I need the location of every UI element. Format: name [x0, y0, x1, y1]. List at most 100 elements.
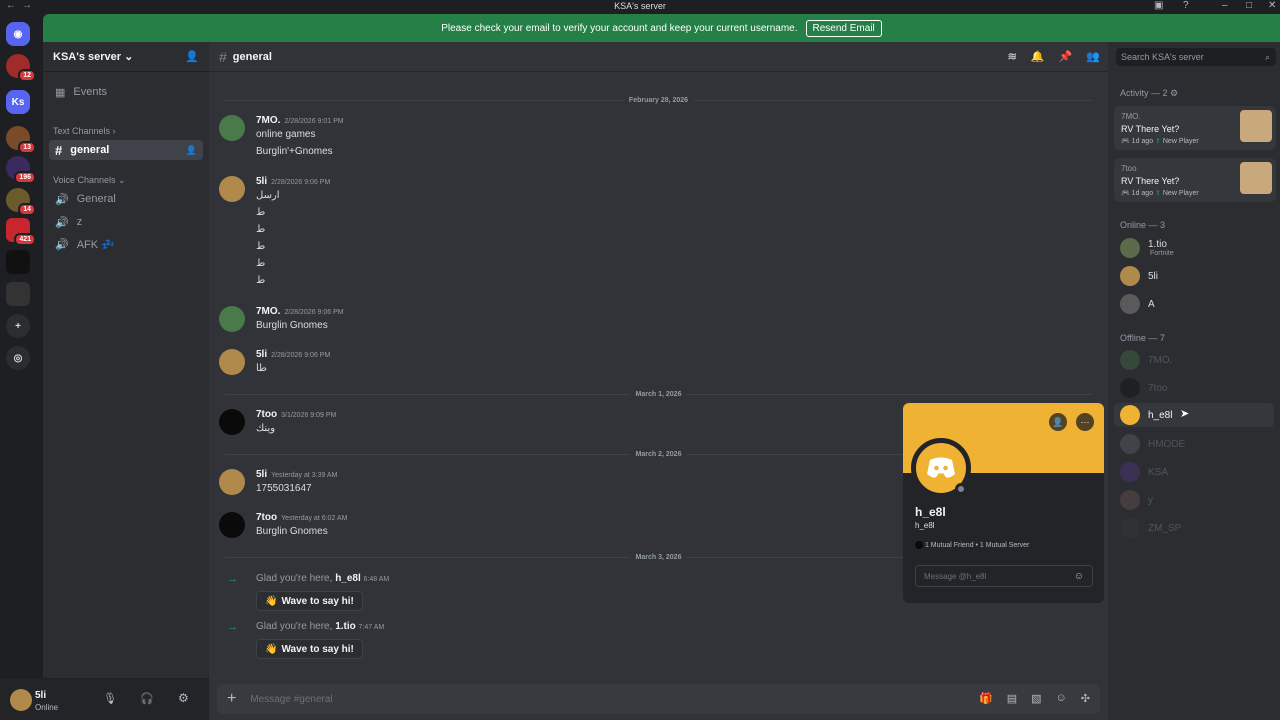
headphones-icon[interactable]: 🎧	[140, 692, 154, 705]
emoji-icon[interactable]: ☺	[1056, 692, 1067, 705]
author-name[interactable]: 7too	[256, 512, 277, 523]
message[interactable]: 7MO. 2/28/2026 9:01 PM online games Burgl…	[219, 115, 1079, 160]
join-arrow-icon: →	[227, 621, 238, 633]
server-icon[interactable]: 13	[6, 126, 36, 154]
member-list-icon[interactable]: 👥	[1086, 50, 1100, 63]
more-options-icon[interactable]: ⋯	[1076, 413, 1094, 431]
gif-icon[interactable]: ▤	[1007, 692, 1017, 705]
bell-icon[interactable]: 🔔	[1031, 50, 1045, 63]
apps-icon[interactable]: ✣	[1081, 692, 1090, 705]
message-text: ط	[256, 258, 266, 269]
help-icon[interactable]: ?	[1183, 0, 1189, 12]
discord-home-icon[interactable]: ◉	[6, 22, 30, 46]
discover-icon[interactable]: ◎	[6, 346, 30, 370]
author-name[interactable]: 7MO.	[256, 115, 280, 126]
maximize-icon[interactable]: □	[1246, 0, 1252, 12]
avatar[interactable]	[219, 306, 245, 332]
voice-channel-z[interactable]: 🔊 z	[49, 212, 203, 232]
events-item[interactable]: ▦ Events	[49, 82, 203, 102]
threads-icon[interactable]: ≋	[1008, 50, 1017, 63]
avatar[interactable]	[219, 349, 245, 375]
server-icon-ksa[interactable]: Ks	[6, 90, 30, 114]
message-text: online games	[256, 129, 316, 140]
composer-input[interactable]: Message #general	[250, 694, 332, 705]
wave-button[interactable]: 👋 Wave to say hi!	[256, 591, 363, 611]
add-friend-icon[interactable]: 👤	[1049, 413, 1067, 431]
close-icon[interactable]: ✕	[1268, 0, 1276, 12]
emoji-icon[interactable]: ☺	[1074, 571, 1084, 582]
member-item[interactable]: 1.tio Fortnite	[1114, 236, 1274, 260]
avatar[interactable]	[10, 689, 32, 711]
server-icon[interactable]	[6, 282, 30, 306]
member-name: ZM_SP	[1148, 522, 1182, 534]
invite-icon[interactable]: 👤	[186, 145, 197, 156]
voice-channel-afk[interactable]: 🔊 AFK 💤	[49, 234, 203, 254]
message-text: ارسل	[256, 190, 280, 201]
text-channels-category[interactable]: Text Channels ›	[53, 126, 116, 136]
author-name[interactable]: 7MO.	[256, 306, 280, 317]
avatar[interactable]	[219, 115, 245, 141]
resend-email-button[interactable]: Resend Email	[805, 19, 882, 37]
server-icon[interactable]: 12	[6, 54, 36, 82]
member-item[interactable]: 7too	[1114, 376, 1274, 400]
invite-people-icon[interactable]: 👤	[185, 50, 199, 63]
member-item[interactable]: HMODE	[1114, 432, 1274, 456]
wave-button[interactable]: 👋 Wave to say hi!	[256, 639, 363, 659]
member-item[interactable]: A	[1114, 292, 1274, 316]
activity-card[interactable]: 7MO. RV There Yet? 🎮 1d ago ⇪ New Player	[1114, 106, 1276, 150]
message[interactable]: 7MO. 2/28/2026 9:06 PM Burglin Gnomes	[219, 306, 1079, 336]
member-item[interactable]: 5li	[1114, 264, 1274, 288]
add-attachment-icon[interactable]: +	[227, 690, 236, 708]
author-name[interactable]: 5li	[256, 349, 267, 360]
voice-channel-general[interactable]: 🔊 General	[49, 189, 203, 209]
server-icon[interactable]: 196	[6, 156, 36, 184]
message-text: ط	[256, 207, 266, 218]
server-icon[interactable]	[6, 250, 30, 274]
server-icon[interactable]: 14	[6, 188, 36, 216]
search-input[interactable]: Search KSA's server ⌕	[1116, 48, 1276, 66]
activity-game: RV There Yet?	[1121, 176, 1180, 186]
message[interactable]: 5li 2/28/2026 9:06 PM طا	[219, 349, 1079, 379]
mutual-info[interactable]: 1 Mutual Friend • 1 Mutual Server	[915, 541, 1029, 549]
microphone-icon[interactable]: 🎙	[103, 692, 117, 705]
message-text: ط	[256, 224, 266, 235]
pin-icon[interactable]: 📌	[1059, 50, 1073, 63]
gift-icon[interactable]: 🎁	[979, 692, 993, 705]
title-bar: ←→ KSA's server ▣ ? – □ ✕	[0, 0, 1280, 12]
member-item-selected[interactable]: h_e8l	[1114, 403, 1274, 427]
joined-user-name[interactable]: h_e8l	[335, 573, 361, 584]
timestamp: 7:47 AM	[358, 624, 385, 631]
channel-title: general	[232, 50, 272, 63]
discord-logo-icon	[927, 457, 955, 478]
author-name[interactable]: 5li	[256, 469, 267, 480]
message-text: Burglin'+Gnomes	[256, 146, 333, 157]
channel-general[interactable]: # general 👤	[49, 140, 203, 160]
server-icon[interactable]: 421	[6, 218, 36, 246]
message-composer[interactable]: + Message #general 🎁 ▤ ▧ ☺ ✣	[217, 684, 1100, 714]
avatar[interactable]	[219, 409, 245, 435]
avatar[interactable]	[219, 512, 245, 538]
sticker-icon[interactable]: ▧	[1031, 692, 1041, 705]
minimize-icon[interactable]: –	[1222, 0, 1228, 12]
voice-channels-category[interactable]: Voice Channels ⌄	[53, 175, 126, 186]
member-name: HMODE	[1148, 438, 1186, 450]
member-item[interactable]: ZM_SP	[1114, 516, 1274, 540]
member-panel: Activity — 2 ⚙ 7MO. RV There Yet? 🎮 1d a…	[1108, 42, 1280, 720]
gear-icon[interactable]: ⚙	[178, 691, 189, 705]
avatar[interactable]	[219, 469, 245, 495]
member-item[interactable]: 7MO.	[1114, 348, 1274, 372]
avatar[interactable]	[219, 176, 245, 202]
add-server-icon[interactable]: +	[6, 314, 30, 338]
offline-title: Offline — 7	[1120, 333, 1165, 343]
member-item[interactable]: y	[1114, 488, 1274, 512]
server-header[interactable]: KSA's server ⌄ 👤	[43, 42, 209, 72]
joined-user-name[interactable]: 1.tio	[335, 621, 356, 632]
avatar	[1120, 518, 1140, 538]
activity-card[interactable]: 7too RV There Yet? 🎮 1d ago ⇪ New Player	[1114, 158, 1276, 202]
author-name[interactable]: 5li	[256, 176, 267, 187]
author-name[interactable]: 7too	[256, 409, 277, 420]
profile-message-input[interactable]: Message @h_e8l ☺	[915, 565, 1093, 587]
inbox-icon[interactable]: ▣	[1154, 0, 1163, 12]
message[interactable]: 5li 2/28/2026 9:06 PM ارسل ط ط ط ط ط	[219, 176, 1079, 291]
member-item[interactable]: KSA	[1114, 460, 1274, 484]
